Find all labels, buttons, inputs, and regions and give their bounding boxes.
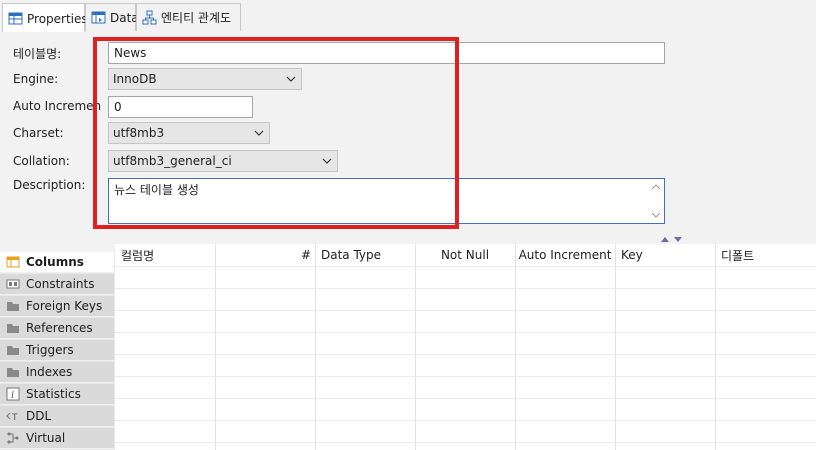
table-name-label: 테이블명:: [13, 47, 62, 61]
textarea-scrollbar[interactable]: [649, 180, 663, 222]
nav-item-indexes[interactable]: Indexes: [0, 362, 114, 383]
nav-item-label: Indexes: [26, 365, 73, 379]
folder-icon: [6, 365, 20, 379]
grid-row-line: [115, 288, 816, 289]
nav-item-label: Columns: [26, 255, 84, 269]
column-header-key[interactable]: Key: [621, 244, 715, 266]
column-header-default[interactable]: 디폴트: [721, 244, 815, 266]
ddl-icon: T: [6, 409, 20, 423]
grid-row-line: [115, 420, 816, 421]
description-label: Description:: [13, 178, 86, 192]
column-header-auto-increment[interactable]: Auto Increment: [515, 244, 615, 266]
column-header-name[interactable]: 컬럼명: [121, 244, 215, 266]
nav-item-label: Virtual: [26, 431, 66, 445]
info-icon: i: [6, 387, 20, 401]
table-sections-nav: Columns Constraints Foreign Keys Referen…: [0, 252, 116, 450]
charset-label: Charset:: [13, 126, 64, 140]
grid-row-line: [115, 376, 816, 377]
nav-item-label: Constraints: [26, 277, 95, 291]
editor-tab-bar: Properties Data 엔티티 관계도: [0, 0, 816, 33]
grid-row-line: [115, 354, 816, 355]
nav-item-virtual[interactable]: Virtual: [0, 428, 114, 449]
nav-item-columns[interactable]: Columns: [0, 252, 114, 273]
tab-properties[interactable]: Properties: [2, 3, 88, 33]
grid-row-line: [115, 442, 816, 443]
columns-grid[interactable]: 컬럼명 # Data Type Not Null Auto Increment …: [115, 244, 816, 450]
tab-data[interactable]: Data: [85, 3, 139, 31]
folder-icon: [6, 299, 20, 313]
collation-label: Collation:: [13, 154, 70, 168]
columns-icon: [6, 255, 20, 269]
column-header-not-null[interactable]: Not Null: [415, 244, 515, 266]
nav-item-foreign-keys[interactable]: Foreign Keys: [0, 296, 114, 317]
nav-item-ddl[interactable]: T DDL: [0, 406, 114, 427]
er-diagram-icon: [142, 10, 157, 25]
folder-icon: [6, 321, 20, 335]
folder-icon: [6, 343, 20, 357]
nav-item-triggers[interactable]: Triggers: [0, 340, 114, 361]
constraints-icon: [6, 277, 20, 291]
tab-properties-label: Properties: [27, 11, 88, 26]
engine-label: Engine:: [13, 72, 59, 86]
svg-text:i: i: [11, 390, 14, 401]
grid-row-line: [115, 332, 816, 333]
table-properties-icon: [8, 11, 23, 26]
data-grid-icon: [91, 10, 106, 25]
virtual-icon: [6, 431, 20, 445]
nav-item-label: DDL: [26, 409, 52, 423]
nav-item-label: Foreign Keys: [26, 299, 103, 313]
nav-item-references[interactable]: References: [0, 318, 114, 339]
column-header-position[interactable]: #: [215, 244, 311, 266]
nav-item-constraints[interactable]: Constraints: [0, 274, 114, 295]
svg-text:T: T: [11, 413, 18, 423]
tab-data-label: Data: [110, 10, 139, 25]
auto-increment-label: Auto Increment:: [13, 99, 101, 113]
highlight-annotation-box: [93, 37, 459, 229]
nav-item-label: References: [26, 321, 93, 335]
grid-row-line: [115, 266, 816, 267]
tab-er-diagram-label: 엔티티 관계도: [161, 11, 232, 25]
grid-row-line: [115, 310, 816, 311]
column-header-data-type[interactable]: Data Type: [321, 244, 415, 266]
nav-item-label: Statistics: [26, 387, 81, 401]
grid-row-line: [115, 398, 816, 399]
tab-er-diagram[interactable]: 엔티티 관계도: [136, 3, 241, 31]
nav-item-statistics[interactable]: i Statistics: [0, 384, 114, 405]
nav-item-label: Triggers: [26, 343, 74, 357]
